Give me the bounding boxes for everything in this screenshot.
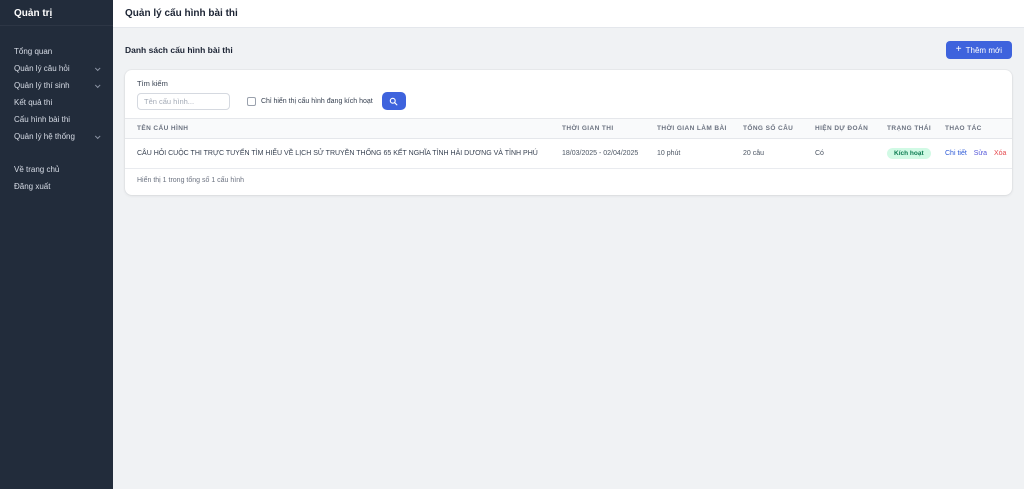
search-area: Tìm kiếm Chỉ hiển thị cấu hình đang kích…	[125, 70, 1012, 118]
add-new-button[interactable]: + Thêm mới	[946, 41, 1012, 59]
sidebar-item-label: Quản lý thí sinh	[14, 81, 70, 90]
col-header-ten-cau-hinh: TÊN CẤU HÌNH	[125, 119, 550, 139]
active-only-checkbox[interactable]	[247, 97, 256, 106]
edit-link[interactable]: Sửa	[974, 150, 987, 157]
sidebar-item-label: Về trang chủ	[14, 165, 59, 174]
config-table: TÊN CẤU HÌNH THỜI GIAN THI THỜI GIAN LÀM…	[125, 118, 1012, 169]
sidebar-item-quan-ly-thi-sinh[interactable]: Quản lý thí sinh	[0, 77, 113, 94]
sidebar-item-quan-ly-he-thong[interactable]: Quản lý hệ thống	[0, 128, 113, 145]
col-header-thao-tac: THAO TÁC	[933, 119, 1012, 139]
sidebar-item-ket-qua-thi[interactable]: Kết quả thi	[0, 94, 113, 111]
add-new-button-label: Thêm mới	[966, 46, 1002, 55]
sidebar-item-dang-xuat[interactable]: Đăng xuất	[0, 178, 113, 195]
search-input[interactable]	[137, 93, 230, 110]
chevron-down-icon	[95, 65, 101, 71]
active-only-checkbox-label[interactable]: Chỉ hiển thị cấu hình đang kích hoạt	[261, 98, 373, 105]
search-icon	[389, 97, 398, 106]
content-area: Danh sách cấu hình bài thi + Thêm mới Tì…	[113, 28, 1024, 489]
sidebar-item-label: Cấu hình bài thi	[14, 115, 70, 124]
cell-show-prediction: Có	[803, 139, 875, 169]
sidebar-item-label: Tổng quan	[14, 47, 52, 56]
section-title: Danh sách cấu hình bài thi	[125, 45, 233, 55]
status-badge: Kích hoạt	[887, 148, 931, 159]
sidebar-item-ve-trang-chu[interactable]: Về trang chủ	[0, 161, 113, 178]
sidebar-footer-nav: Về trang chủ Đăng xuất	[0, 161, 113, 195]
main-area: Quản lý cấu hình bài thi Danh sách cấu h…	[113, 0, 1024, 489]
plus-icon: +	[956, 45, 962, 55]
delete-link[interactable]: Xóa	[994, 150, 1006, 157]
sidebar-nav: Tổng quan Quản lý câu hỏi Quản lý thí si…	[0, 43, 113, 145]
sidebar-item-tong-quan[interactable]: Tổng quan	[0, 43, 113, 60]
cell-status: Kích hoạt	[875, 139, 933, 169]
cell-duration: 10 phút	[645, 139, 731, 169]
col-header-thoi-gian-lam-bai: THỜI GIAN LÀM BÀI	[645, 119, 731, 139]
col-header-trang-thai: TRẠNG THÁI	[875, 119, 933, 139]
search-button[interactable]	[382, 92, 406, 110]
section-header: Danh sách cấu hình bài thi + Thêm mới	[125, 28, 1012, 59]
sidebar-item-label: Kết quả thi	[14, 98, 52, 107]
cell-actions: Chi tiết Sửa Xóa	[933, 139, 1012, 169]
cell-config-name: CÂU HỎI CUỘC THI TRỰC TUYẾN TÌM HIỂU VỀ …	[125, 139, 550, 169]
detail-link[interactable]: Chi tiết	[945, 150, 967, 157]
chevron-down-icon	[95, 82, 101, 88]
sidebar-item-label: Quản lý hệ thống	[14, 132, 75, 141]
table-row: CÂU HỎI CUỘC THI TRỰC TUYẾN TÌM HIỂU VỀ …	[125, 139, 1012, 169]
table-footer-summary: Hiển thị 1 trong tổng số 1 cấu hình	[125, 169, 1012, 195]
cell-exam-time: 18/03/2025 - 02/04/2025	[550, 139, 645, 169]
sidebar-item-cau-hinh-bai-thi[interactable]: Cấu hình bài thi	[0, 111, 113, 128]
sidebar-title: Quản trị	[0, 0, 113, 26]
sidebar-item-quan-ly-cau-hoi[interactable]: Quản lý câu hỏi	[0, 60, 113, 77]
page-title: Quản lý cấu hình bài thi	[125, 8, 238, 19]
chevron-down-icon	[95, 133, 101, 139]
col-header-hien-du-doan: HIỆN DỰ ĐOÁN	[803, 119, 875, 139]
search-controls: Chỉ hiển thị cấu hình đang kích hoạt	[137, 92, 1000, 110]
col-header-thoi-gian-thi: THỜI GIAN THI	[550, 119, 645, 139]
search-label: Tìm kiếm	[137, 79, 1000, 88]
sidebar-item-label: Quản lý câu hỏi	[14, 64, 70, 73]
config-list-card: Tìm kiếm Chỉ hiển thị cấu hình đang kích…	[125, 70, 1012, 195]
top-header: Quản lý cấu hình bài thi	[113, 0, 1024, 28]
sidebar-item-label: Đăng xuất	[14, 182, 50, 191]
cell-total-questions: 20 câu	[731, 139, 803, 169]
table-header-row: TÊN CẤU HÌNH THỜI GIAN THI THỜI GIAN LÀM…	[125, 119, 1012, 139]
col-header-tong-so-cau: TỔNG SỐ CÂU	[731, 119, 803, 139]
sidebar: Quản trị Tổng quan Quản lý câu hỏi Quản …	[0, 0, 113, 489]
